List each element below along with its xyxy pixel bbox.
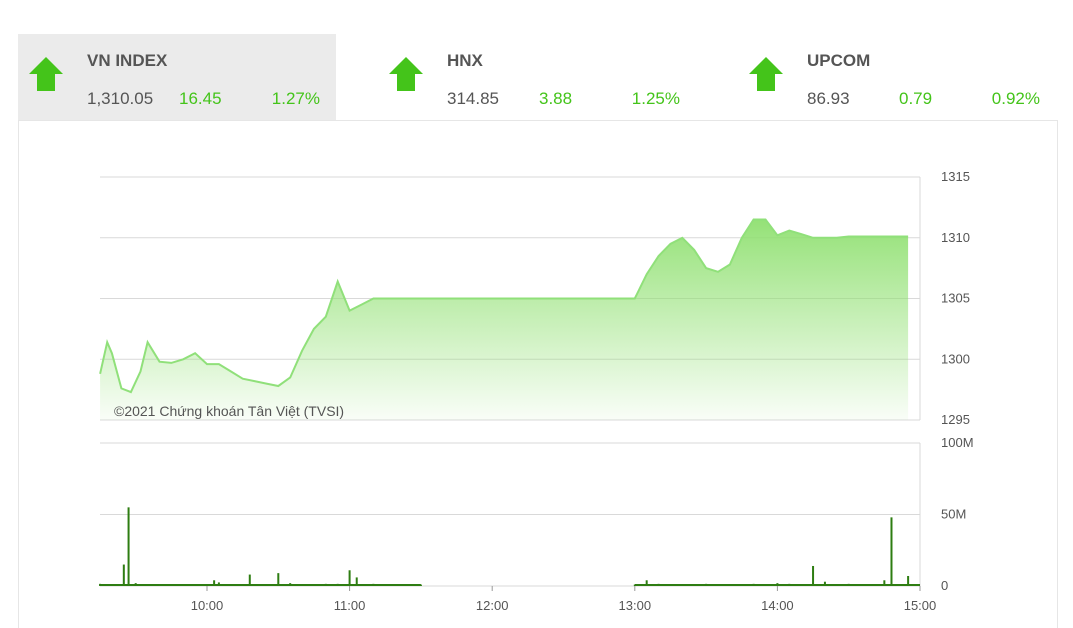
volume-bar — [658, 584, 660, 586]
y-tick-label: 1310 — [941, 230, 970, 245]
volume-bar — [104, 585, 106, 586]
x-tick-label: 10:00 — [191, 598, 224, 613]
volume-bar — [325, 584, 327, 586]
volume-bar — [788, 584, 790, 586]
volume-bar — [824, 582, 826, 586]
volume-bar — [860, 585, 862, 586]
intraday-chart: 1315 1310 1305 1300 1295 100M 50M 0 10:00 11:00 12… — [0, 0, 1073, 627]
volume-bar — [123, 565, 125, 586]
volume-bar — [396, 585, 398, 586]
volume-bar — [277, 573, 279, 586]
volume-bar — [812, 566, 814, 586]
volume-bar — [349, 570, 351, 586]
volume-bar — [206, 585, 208, 586]
volume-bar — [218, 582, 220, 586]
volume-bar — [289, 583, 291, 586]
volume-bar — [249, 575, 251, 586]
volume-bar — [128, 507, 130, 586]
volume-tick-label: 50M — [941, 507, 966, 522]
volume-bar — [753, 584, 755, 586]
volume-tick-label: 100M — [941, 435, 974, 450]
volume-bar — [230, 585, 232, 586]
x-tick-label: 15:00 — [904, 598, 937, 613]
volume-bar — [265, 585, 267, 586]
y-tick-label: 1305 — [941, 291, 970, 306]
x-tick-label: 12:00 — [476, 598, 509, 613]
volume-bar — [356, 577, 358, 586]
volume-bar — [800, 585, 802, 586]
price-area — [100, 220, 908, 421]
y-tick-label: 1295 — [941, 412, 970, 427]
volume-bar — [99, 584, 101, 586]
volume-bar — [337, 584, 339, 586]
volume-bar — [848, 584, 850, 586]
volume-bar — [135, 583, 137, 586]
volume-bar — [646, 580, 648, 586]
volume-bar — [907, 576, 909, 586]
x-tick-label: 11:00 — [334, 598, 366, 613]
volume-bar — [836, 585, 838, 586]
volume-bar — [705, 584, 707, 586]
volume-tick-label: 0 — [941, 578, 948, 593]
volume-bar — [301, 585, 303, 586]
y-tick-label: 1300 — [941, 351, 970, 366]
volume-bar — [213, 580, 215, 586]
chart-credit: ©2021 Chứng khoán Tân Việt (TVSI) — [114, 403, 344, 419]
volume-bar — [372, 584, 374, 586]
volume-bar — [634, 585, 636, 586]
y-tick-label: 1315 — [941, 169, 970, 184]
x-tick-label: 13:00 — [619, 598, 652, 613]
volume-bar — [420, 585, 422, 586]
volume-bar — [871, 585, 873, 586]
volume-bar — [776, 583, 778, 586]
x-tick-label: 14:00 — [761, 598, 794, 613]
volume-bar — [883, 580, 885, 586]
volume-bar — [890, 517, 892, 586]
volume-bar — [729, 585, 731, 586]
volume-bar — [681, 585, 683, 586]
